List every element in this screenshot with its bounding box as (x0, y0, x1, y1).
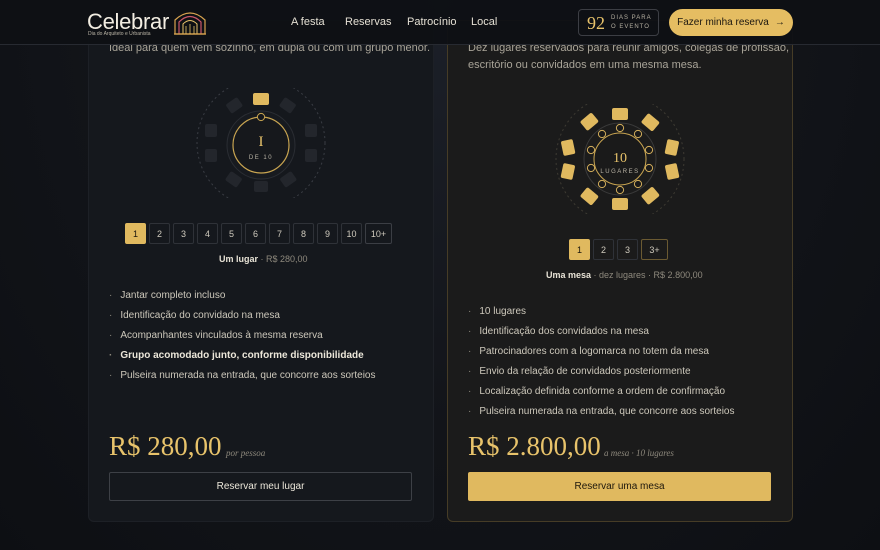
quantity-option-more[interactable]: 3+ (641, 239, 668, 260)
quantity-option-8[interactable]: 8 (293, 223, 314, 244)
list-item: Grupo acomodado junto, conforme disponib… (109, 350, 376, 370)
logo-subtitle: Dia do Arquiteto e Urbanista (88, 31, 151, 37)
nav-link-patrocinio[interactable]: Patrocínio (407, 16, 457, 28)
arrow-right-icon: → (774, 17, 785, 28)
nav-link-local[interactable]: Local (471, 16, 497, 28)
event-countdown: 92 DIAS PARA O EVENTO (578, 9, 659, 36)
quantity-option-6[interactable]: 6 (245, 223, 266, 244)
table-numeral: 10 (613, 151, 627, 166)
list-item: Identificação dos convidados na mesa (468, 326, 735, 346)
list-item: Patrocinadores com a logomarca no totem … (468, 346, 735, 366)
table-quantity-selector: 1 2 3 3+ (569, 239, 668, 260)
quantity-option-2[interactable]: 2 (593, 239, 614, 260)
price: R$ 280,00 (109, 431, 222, 461)
quantity-option-4[interactable]: 4 (197, 223, 218, 244)
table-capacity: DE 10 (249, 155, 273, 161)
countdown-label: DIAS PARA O EVENTO (611, 15, 652, 30)
feature-list: Jantar completo incluso Identificação do… (109, 290, 376, 390)
nav-link-reservas[interactable]: Reservas (345, 16, 391, 28)
list-item: Localização definida conforme a ordem de… (468, 386, 735, 406)
quantity-option-5[interactable]: 5 (221, 223, 242, 244)
list-item: Jantar completo incluso (109, 290, 376, 310)
reserve-table-button[interactable]: Reservar uma mesa (468, 472, 771, 501)
list-item: Envio da relação de convidados posterior… (468, 366, 735, 386)
quantity-option-1[interactable]: 1 (125, 223, 146, 244)
list-item: Identificação do convidado na mesa (109, 310, 376, 330)
list-item: Acompanhantes vinculados à mesma reserva (109, 330, 376, 350)
single-seat-table-diagram: I DE 10 (196, 88, 326, 198)
list-item: 10 lugares (468, 306, 735, 326)
feature-list: 10 lugares Identificação dos convidados … (468, 306, 735, 426)
selection-summary: Uma mesa · dez lugares · R$ 2.800,00 (546, 270, 703, 280)
ten-seat-table-diagram: 10 LUGARES (555, 104, 685, 214)
list-item: Pulseira numerada na entrada, que concor… (468, 406, 734, 426)
quantity-option-2[interactable]: 2 (149, 223, 170, 244)
price-note: por pessoa (226, 448, 266, 458)
quantity-option-1[interactable]: 1 (569, 239, 590, 260)
quantity-option-7[interactable]: 7 (269, 223, 290, 244)
list-item: Pulseira numerada na entrada, que concor… (109, 370, 375, 390)
top-navigation-bar: Celebrar Dia do Arquiteto e Urbanista A … (0, 0, 880, 45)
full-table-card: Dez lugares reservados para reunir amigo… (447, 20, 793, 522)
price: R$ 2.800,00 (468, 431, 601, 461)
theater-facade-icon (174, 12, 206, 35)
table-capacity: LUGARES (600, 169, 639, 175)
selection-summary: Um lugar · R$ 280,00 (219, 254, 308, 264)
price-note: a mesa · 10 lugares (604, 448, 674, 458)
nav-link-a-festa[interactable]: A festa (291, 16, 325, 28)
quantity-option-9[interactable]: 9 (317, 223, 338, 244)
make-reservation-button[interactable]: Fazer minha reserva → (669, 9, 793, 36)
card-description: Dez lugares reservados para reunir amigo… (468, 42, 789, 71)
quantity-option-more[interactable]: 10+ (365, 223, 392, 244)
quantity-option-3[interactable]: 3 (617, 239, 638, 260)
countdown-days: 92 (587, 13, 605, 33)
individual-seat-card: Ideal para quem vem sozinho, em dupla ou… (88, 20, 434, 522)
table-numeral: I (259, 134, 264, 150)
reserve-seat-button[interactable]: Reservar meu lugar (109, 472, 412, 501)
quantity-option-3[interactable]: 3 (173, 223, 194, 244)
seat-quantity-selector: 1 2 3 4 5 6 7 8 9 10 10+ (125, 223, 392, 244)
quantity-option-10[interactable]: 10 (341, 223, 362, 244)
